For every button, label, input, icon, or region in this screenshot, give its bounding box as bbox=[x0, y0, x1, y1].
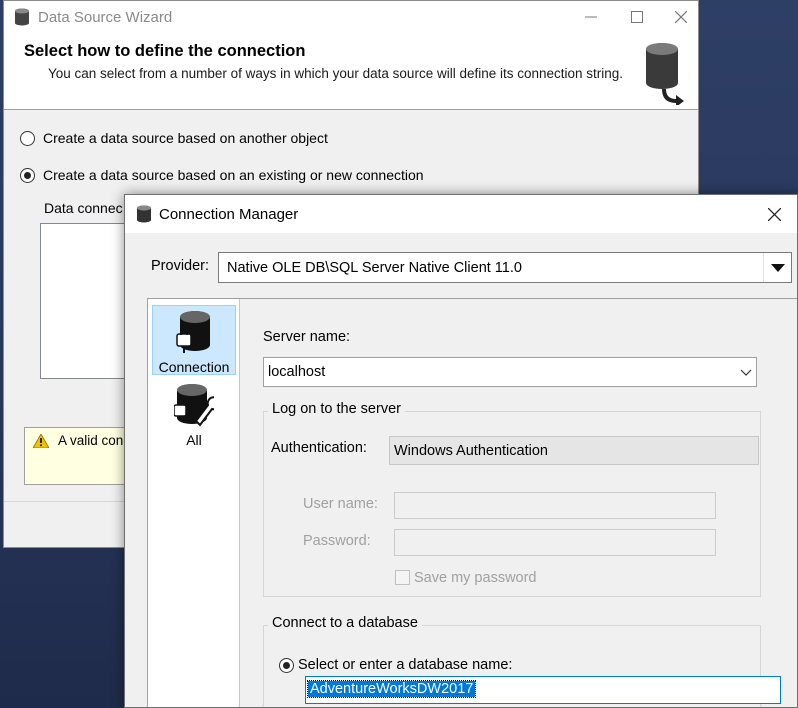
connection-manager-dialog: Connection Manager Provider: Native OLE … bbox=[124, 194, 798, 708]
nav-label: Connection bbox=[158, 359, 230, 375]
radio-another-object[interactable]: Create a data source based on another ob… bbox=[20, 130, 328, 146]
radio-existing-connection[interactable]: Create a data source based on an existin… bbox=[20, 167, 424, 183]
nav-item-all[interactable]: All bbox=[152, 379, 236, 449]
wizard-page-title: Select how to define the connection bbox=[24, 42, 306, 60]
nav-pane: Connection All bbox=[148, 299, 240, 707]
connection-manager-body: Connection All Server name: localhost Lo… bbox=[147, 298, 797, 707]
minimize-icon bbox=[585, 16, 597, 18]
connect-db-caption: Connect to a database bbox=[268, 615, 422, 631]
wizard-titlebar: Data Source Wizard bbox=[4, 1, 698, 33]
authentication-dropdown[interactable]: Windows Authentication bbox=[389, 436, 759, 465]
warning-text: A valid con bbox=[58, 433, 124, 448]
dialog-title: Connection Manager bbox=[159, 206, 299, 223]
radio-label: Select or enter a database name: bbox=[298, 657, 513, 673]
chevron-down-icon[interactable] bbox=[740, 366, 752, 378]
wizard-title: Data Source Wizard bbox=[38, 9, 173, 26]
database-plug-icon bbox=[176, 311, 210, 353]
data-connections-label: Data connec bbox=[44, 200, 123, 216]
authentication-value: Windows Authentication bbox=[394, 443, 548, 459]
radio-label: Create a data source based on another ob… bbox=[43, 130, 328, 146]
database-wrench-icon bbox=[174, 384, 214, 427]
user-name-input[interactable] bbox=[394, 492, 716, 519]
database-arrow-icon bbox=[646, 43, 684, 105]
close-button[interactable] bbox=[666, 5, 696, 29]
logon-group-caption: Log on to the server bbox=[268, 401, 405, 417]
connection-settings-panel: Server name: localhost Log on to the ser… bbox=[241, 299, 797, 707]
close-button[interactable] bbox=[759, 202, 789, 226]
database-name-value: AdventureWorksDW2017 bbox=[306, 680, 477, 698]
radio-label: Create a data source based on an existin… bbox=[43, 167, 424, 183]
maximize-icon bbox=[631, 11, 643, 23]
maximize-button[interactable] bbox=[622, 5, 652, 29]
save-password-label: Save my password bbox=[414, 570, 537, 586]
provider-label: Provider: bbox=[151, 258, 210, 274]
server-name-label: Server name: bbox=[263, 329, 351, 345]
radio-button[interactable] bbox=[20, 130, 35, 146]
wizard-page-subtitle: You can select from a number of ways in … bbox=[48, 66, 624, 81]
radio-button-selected[interactable] bbox=[20, 167, 35, 183]
nav-item-connection[interactable]: Connection bbox=[152, 305, 236, 375]
warning-panel: A valid con bbox=[24, 427, 140, 485]
warning-icon bbox=[33, 434, 49, 448]
dropdown-arrow-button[interactable] bbox=[763, 253, 791, 282]
radio-select-database[interactable]: Select or enter a database name: bbox=[279, 657, 512, 673]
minimize-button[interactable] bbox=[576, 5, 606, 29]
connection-manager-titlebar: Connection Manager bbox=[125, 195, 797, 233]
provider-value: Native OLE DB\SQL Server Native Client 1… bbox=[227, 260, 522, 276]
wizard-header: Select how to define the connection You … bbox=[4, 33, 698, 110]
save-password-checkbox[interactable] bbox=[395, 570, 410, 585]
authentication-label: Authentication: bbox=[271, 440, 367, 456]
database-icon bbox=[137, 205, 151, 223]
server-name-value: localhost bbox=[268, 364, 326, 380]
user-name-label: User name: bbox=[303, 496, 378, 512]
password-input[interactable] bbox=[394, 529, 716, 556]
triangle-down-icon bbox=[770, 263, 785, 272]
radio-button-selected[interactable] bbox=[279, 657, 294, 673]
nav-label: All bbox=[186, 432, 202, 448]
close-icon bbox=[767, 207, 781, 221]
database-name-combo[interactable]: AdventureWorksDW2017 bbox=[305, 676, 781, 704]
database-icon bbox=[15, 8, 29, 26]
server-name-combo[interactable]: localhost bbox=[263, 357, 757, 387]
password-label: Password: bbox=[303, 533, 371, 549]
close-icon bbox=[675, 11, 687, 23]
provider-dropdown[interactable]: Native OLE DB\SQL Server Native Client 1… bbox=[218, 252, 792, 283]
